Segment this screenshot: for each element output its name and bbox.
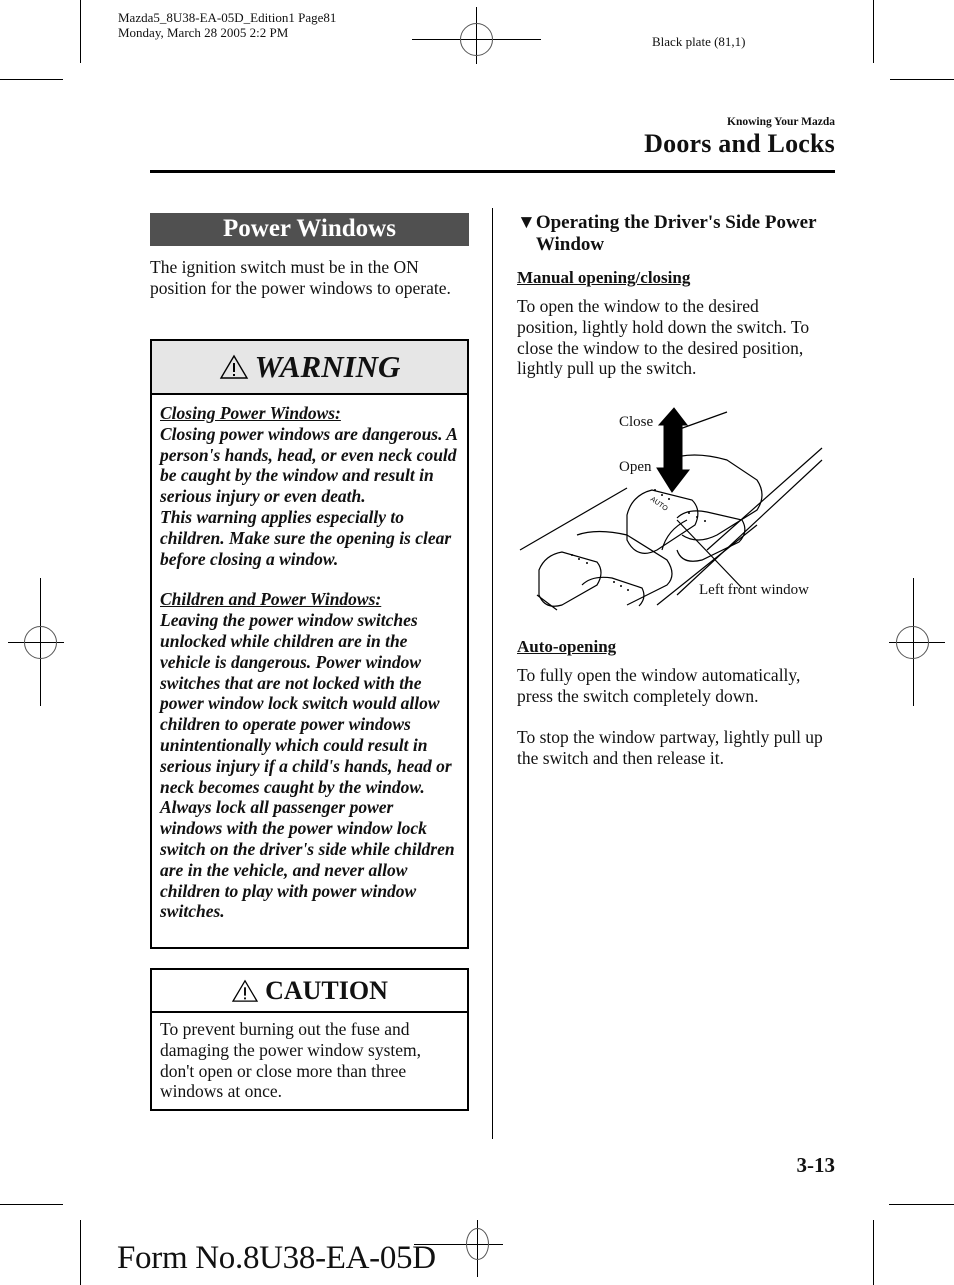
auto-marking: AUTO	[649, 496, 669, 513]
open-close-arrow-icon	[656, 407, 691, 493]
crop-mark	[873, 1220, 874, 1285]
registration-circle	[460, 23, 493, 56]
auto-text-2: To stop the window partway, lightly pull…	[517, 727, 823, 768]
warning-label: WARNING	[254, 349, 401, 384]
manual-text: To open the window to the desired positi…	[517, 296, 810, 379]
caution-header: CAUTION	[152, 970, 467, 1013]
subsection-heading: ▼ Operating the Driver's Side Power Wind…	[517, 212, 817, 256]
header-rule	[150, 170, 835, 173]
registration-circle	[466, 1228, 489, 1260]
warning-subtitle: Closing Power Windows:	[160, 403, 341, 423]
caution-triangle-icon	[231, 979, 259, 1002]
auto-text-1: To fully open the window automatically, …	[517, 665, 801, 706]
figure-label-left-front-window: Left front window	[699, 582, 809, 598]
form-number: Form No.8U38-EA-05D	[117, 1240, 436, 1276]
column-divider	[492, 208, 493, 1139]
warning-header: WARNING	[152, 341, 467, 395]
page-number: 3-13	[796, 1153, 836, 1177]
crop-mark	[873, 0, 874, 63]
slug-timestamp: Monday, March 28 2005 2:2 PM	[118, 25, 289, 40]
plate-label: Black plate (81,1)	[652, 34, 746, 49]
auto-subtitle: Auto-opening	[517, 637, 617, 656]
warning-subtitle: Children and Power Windows:	[160, 589, 382, 610]
caution-box: CAUTION To prevent burning out the fuse …	[150, 968, 469, 1111]
triangle-marker-icon: ▼	[517, 212, 536, 233]
crop-mark	[890, 79, 954, 80]
caution-text: To prevent burning out the fuse and dama…	[160, 1019, 421, 1102]
crop-mark	[0, 79, 63, 80]
crop-mark	[889, 1204, 954, 1205]
warning-box: WARNING Closing Power Windows: Closing p…	[150, 339, 469, 949]
manual-subtitle: Manual opening/closing	[517, 268, 691, 287]
section-title: Doors and Locks	[644, 129, 835, 158]
chapter-title: Knowing Your Mazda	[727, 116, 835, 128]
registration-circle	[896, 626, 929, 659]
figure-label-open: Open	[619, 459, 652, 475]
print-slug: Mazda5_8U38-EA-05D_Edition1 Page81 Monda…	[118, 10, 336, 40]
subsection-heading-text: Operating the Driver's Side Power Window	[535, 212, 817, 255]
registration-circle	[24, 626, 57, 659]
warning-paragraph: This warning applies especially to child…	[160, 506, 452, 569]
page-title: Power Windows	[150, 213, 469, 246]
warning-body: Closing Power Windows: Closing power win…	[152, 395, 467, 928]
crop-mark	[80, 0, 81, 63]
figure-label-close: Close	[619, 414, 654, 430]
slug-filename: Mazda5_8U38-EA-05D_Edition1 Page81	[118, 10, 337, 25]
crop-mark	[80, 1220, 81, 1285]
warning-paragraph: Closing power windows are dangerous. A p…	[160, 423, 457, 507]
crop-mark	[0, 1204, 63, 1205]
intro-text: The ignition switch must be in the ON po…	[150, 257, 451, 298]
caution-label: CAUTION	[265, 975, 388, 1005]
warning-paragraph: Leaving the power window switches unlock…	[160, 610, 455, 922]
warning-triangle-icon	[219, 354, 248, 379]
